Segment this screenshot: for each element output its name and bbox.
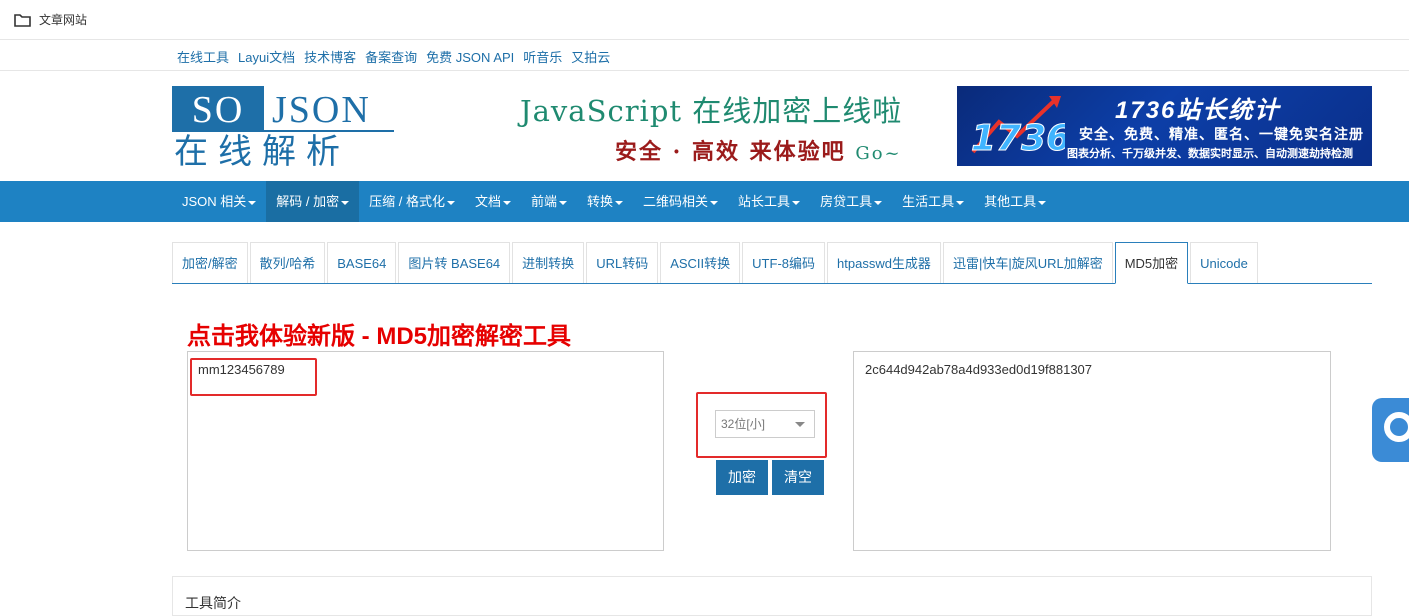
tab-hash[interactable]: 散列/哈希	[249, 242, 326, 283]
logo-subtitle: 在线解析	[174, 132, 350, 172]
nav-label: 站长工具	[738, 194, 791, 209]
nav-other[interactable]: 其他工具	[974, 181, 1056, 222]
bit-length-select[interactable]: 32位[小]	[715, 410, 815, 438]
clear-button[interactable]: 清空	[772, 460, 824, 495]
highlight-box-input	[190, 358, 317, 396]
ad-tagline: 安全 · 高效 来体验吧 Go~	[615, 134, 902, 166]
nav-docs[interactable]: 文档	[465, 181, 521, 222]
caret-down-icon	[792, 200, 801, 205]
intro-title: 工具简介	[185, 595, 241, 611]
stat-details: 图表分析、千万级并发、数据实时显示、自动测速劫持检测	[1067, 148, 1353, 160]
tab-utf8[interactable]: UTF-8编码	[742, 242, 826, 283]
caret-down-icon	[248, 200, 257, 205]
tab-base64[interactable]: BASE64	[327, 242, 397, 283]
select-value: 32位[小]	[721, 417, 766, 431]
caret-down-icon	[1038, 200, 1047, 205]
nav-life[interactable]: 生活工具	[892, 181, 974, 222]
ad-go-text: Go~	[855, 143, 902, 164]
stat-features: 安全、免费、精准、匿名、一键免实名注册	[1079, 126, 1364, 142]
ad-banner-1736-stats[interactable]: 1736 1736站长统计 安全、免费、精准、匿名、一键免实名注册 图表分析、千…	[957, 86, 1372, 166]
caret-down-icon	[446, 200, 455, 205]
tab-url-encode[interactable]: URL转码	[586, 242, 659, 283]
nav-label: 房贷工具	[820, 194, 873, 209]
tab-md5[interactable]: MD5加密	[1114, 242, 1189, 284]
nav-compress-format[interactable]: 压缩 / 格式化	[359, 181, 465, 222]
nav-frontend[interactable]: 前端	[521, 181, 577, 222]
caret-down-icon	[503, 200, 511, 205]
top-link-layui-docs[interactable]: Layui文档	[238, 47, 295, 66]
emblem-text: 1736	[971, 118, 1065, 159]
nav-json[interactable]: JSON 相关	[172, 181, 266, 222]
caret-down-icon	[874, 200, 883, 205]
logo-so-text: SO	[172, 86, 264, 132]
floating-chat-widget[interactable]	[1372, 398, 1409, 462]
1736-emblem-icon: 1736	[971, 96, 1065, 160]
new-version-link[interactable]: 点击我体验新版 - MD5加密解密工具	[187, 316, 571, 351]
nav-label: 其他工具	[984, 194, 1037, 209]
nav-label: 二维码相关	[643, 194, 709, 209]
bookmark-bar: 文章网站	[0, 0, 1409, 40]
md5-output-value: 2c644d942ab78a4d933ed0d19f881307	[865, 362, 1093, 377]
nav-mortgage[interactable]: 房贷工具	[810, 181, 892, 222]
top-link-upyun[interactable]: 又拍云	[571, 47, 610, 66]
stat-title: 1736站长统计	[1115, 97, 1281, 124]
ad-tagline-text: 安全 · 高效 来体验吧	[615, 139, 846, 165]
top-link-json-api[interactable]: 免费 JSON API	[426, 47, 514, 66]
main-navbar: JSON 相关 解码 / 加密 压缩 / 格式化 文档 前端 转换 二维码相关 …	[0, 181, 1409, 222]
nav-qrcode[interactable]: 二维码相关	[633, 181, 728, 222]
nav-decode-encrypt[interactable]: 解码 / 加密	[266, 181, 360, 222]
top-link-tech-blog[interactable]: 技术博客	[304, 47, 356, 66]
caret-down-icon	[956, 200, 965, 205]
nav-label: 文档	[474, 194, 501, 209]
tool-tabs: 加密/解密 散列/哈希 BASE64 图片转 BASE64 进制转换 URL转码…	[172, 242, 1372, 284]
dropdown-arrow-icon	[795, 422, 805, 427]
nav-convert[interactable]: 转换	[577, 181, 633, 222]
ad-banner-js-encrypt[interactable]: JavaScript 在线加密上线啦 安全 · 高效 来体验吧 Go~	[520, 88, 930, 168]
nav-label: 压缩 / 格式化	[369, 194, 445, 209]
caret-down-icon	[341, 200, 350, 205]
ad-headline: JavaScript 在线加密上线啦	[520, 94, 903, 128]
nav-label: 转换	[587, 194, 614, 209]
bookmark-folder-label[interactable]: 文章网站	[39, 11, 87, 28]
nav-label: 前端	[531, 194, 558, 209]
top-links-bar: 在线工具 Layui文档 技术博客 备案查询 免费 JSON API 听音乐 又…	[0, 40, 1409, 71]
chat-ring-icon	[1384, 412, 1409, 442]
top-link-online-tools[interactable]: 在线工具	[177, 47, 229, 66]
nav-label: 生活工具	[902, 194, 955, 209]
top-link-icp-query[interactable]: 备案查询	[365, 47, 417, 66]
caret-down-icon	[710, 200, 719, 205]
tab-htpasswd[interactable]: htpasswd生成器	[827, 242, 941, 283]
caret-down-icon	[559, 200, 568, 205]
tab-radix-convert[interactable]: 进制转换	[512, 242, 585, 283]
logo-json-text: JSON	[264, 86, 394, 132]
tab-thunder-url[interactable]: 迅雷|快车|旋风URL加解密	[942, 242, 1113, 283]
nav-label: JSON 相关	[182, 194, 247, 209]
nav-webmaster[interactable]: 站长工具	[728, 181, 810, 222]
encrypt-button[interactable]: 加密	[716, 460, 768, 495]
tool-intro-panel: 工具简介	[172, 576, 1372, 616]
site-logo[interactable]: SO JSON 在线解析	[172, 86, 394, 174]
folder-icon	[14, 13, 31, 27]
top-link-music[interactable]: 听音乐	[523, 47, 562, 66]
caret-down-icon	[615, 200, 624, 205]
tab-ascii[interactable]: ASCII转换	[660, 242, 741, 283]
tab-encrypt-decrypt[interactable]: 加密/解密	[172, 242, 248, 283]
tab-image-base64[interactable]: 图片转 BASE64	[398, 242, 511, 283]
nav-label: 解码 / 加密	[276, 194, 340, 209]
tab-unicode[interactable]: Unicode	[1190, 242, 1258, 283]
md5-output[interactable]	[853, 351, 1331, 551]
